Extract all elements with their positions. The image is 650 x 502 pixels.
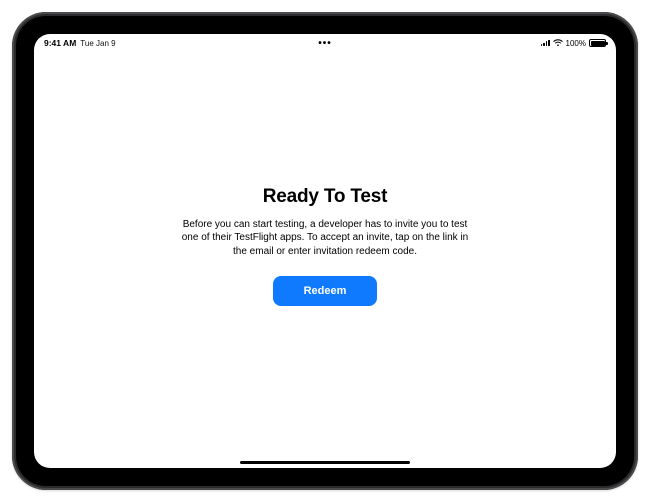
ipad-screen: 9:41 AM Tue Jan 9 ••• 100%	[34, 34, 616, 468]
stage: 9:41 AM Tue Jan 9 ••• 100%	[0, 0, 650, 502]
main-content: Ready To Test Before you can start testi…	[34, 34, 616, 468]
redeem-button[interactable]: Redeem	[273, 276, 377, 306]
ipad-device-frame: 9:41 AM Tue Jan 9 ••• 100%	[12, 12, 638, 490]
ipad-bezel: 9:41 AM Tue Jan 9 ••• 100%	[16, 16, 634, 486]
page-title: Ready To Test	[263, 186, 387, 208]
page-description: Before you can start testing, a develope…	[180, 218, 470, 259]
home-indicator[interactable]	[240, 461, 410, 465]
